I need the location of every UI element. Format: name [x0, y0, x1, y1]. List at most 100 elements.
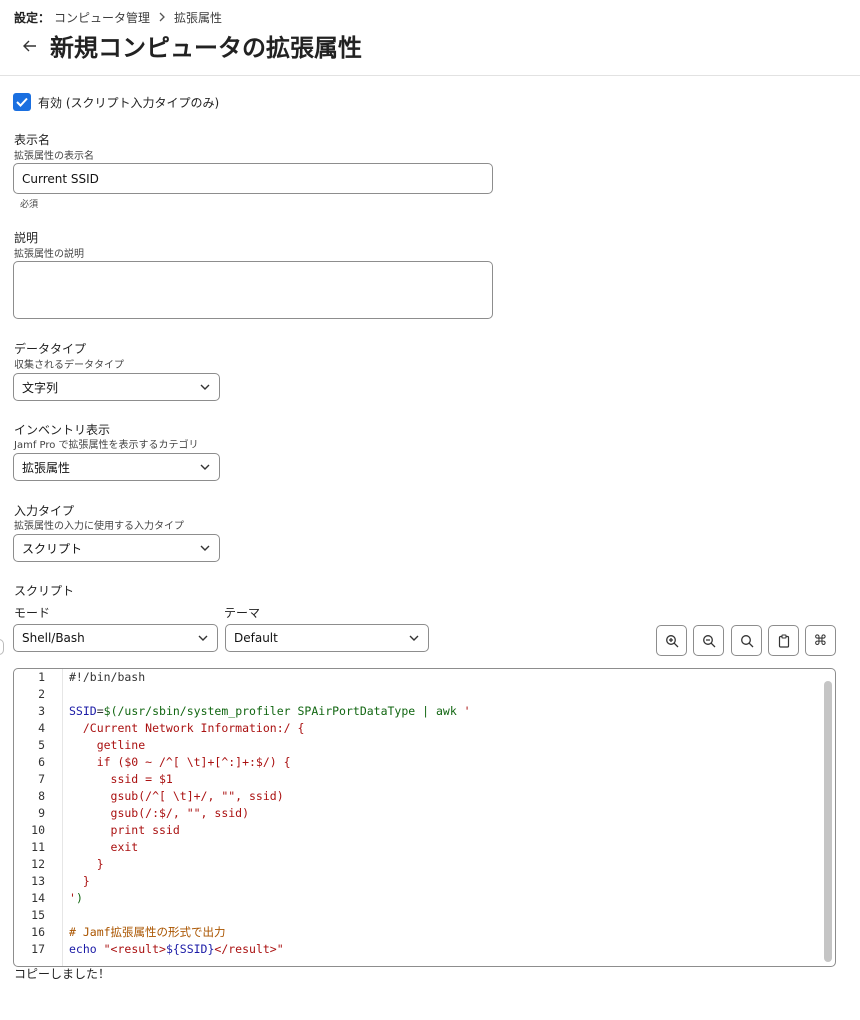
- mode-select[interactable]: Shell/Bash: [13, 624, 218, 652]
- code-line[interactable]: 10 print ssid: [14, 822, 835, 839]
- theme-select[interactable]: Default: [225, 624, 429, 652]
- line-text: if ($0 ~ /^[ \t]+[^:]+:$/) {: [69, 754, 291, 771]
- code-line[interactable]: 13 }: [14, 873, 835, 890]
- line-number: 9: [38, 806, 45, 820]
- code-line[interactable]: 16 # Jamf拡張属性の形式で出力: [14, 924, 835, 941]
- code-line[interactable]: 9 gsub(/:$/, "", ssid): [14, 805, 835, 822]
- code-token: #!/bin/bash: [69, 670, 146, 684]
- line-text: # Jamf拡張属性の形式で出力: [69, 924, 226, 941]
- code-line[interactable]: 12 }: [14, 856, 835, 873]
- search-button[interactable]: [731, 625, 762, 656]
- code-token: SSID: [69, 704, 97, 718]
- breadcrumb-parent[interactable]: コンピュータ管理: [54, 9, 150, 26]
- chevron-down-icon: [200, 384, 210, 390]
- code-line[interactable]: 1 #!/bin/bash: [14, 669, 835, 686]
- code-token: ': [463, 704, 471, 718]
- code-line[interactable]: 4 /Current Network Information:/ {: [14, 720, 835, 737]
- inventory-display-selected: 拡張属性: [22, 460, 71, 475]
- line-text: SSID=$(/usr/sbin/system_profiler SPAirPo…: [69, 703, 471, 720]
- line-text: }: [69, 873, 90, 890]
- display-name-help: 拡張属性の表示名: [14, 151, 94, 162]
- check-icon: [16, 97, 28, 107]
- title-row: 新規コンピュータの拡張属性: [20, 28, 362, 63]
- code-token: if ($0 ~ /^[ \t]+[^:]+:$/) {: [69, 755, 291, 769]
- theme-label: テーマ: [224, 606, 261, 620]
- line-number: 15: [31, 908, 45, 922]
- input-type-select[interactable]: スクリプト: [13, 534, 220, 562]
- line-number: 8: [38, 789, 45, 803]
- line-number: 7: [38, 772, 45, 786]
- line-text: gsub(/^[ \t]+/, "", ssid): [69, 788, 284, 805]
- data-type-selected: 文字列: [22, 380, 59, 395]
- description-label: 説明: [14, 231, 39, 245]
- line-number: 12: [31, 857, 45, 871]
- code-token: "<result>: [103, 942, 166, 956]
- line-text: /Current Network Information:/ {: [69, 720, 305, 737]
- chevron-down-icon: [200, 545, 210, 551]
- line-number: 16: [31, 925, 45, 939]
- enabled-checkbox[interactable]: [13, 93, 31, 111]
- breadcrumb-current: 拡張属性: [174, 11, 223, 25]
- code-token: exit: [69, 840, 139, 854]
- code-token: getline: [69, 738, 146, 752]
- display-name-label: 表示名: [14, 133, 51, 147]
- code-line[interactable]: 3 SSID=$(/usr/sbin/system_profiler SPAirP…: [14, 703, 835, 720]
- line-number: 5: [38, 738, 45, 752]
- zoom-out-button[interactable]: [693, 625, 724, 656]
- line-text: echo "<result>${SSID}</result>": [69, 941, 284, 958]
- editor-scrollbar[interactable]: [824, 681, 832, 962]
- zoom-in-button[interactable]: [656, 625, 687, 656]
- code-line[interactable]: 5 getline: [14, 737, 835, 754]
- copy-button[interactable]: [768, 625, 799, 656]
- code-token: $(/usr/sbin/system_profiler SPAirPortDat…: [103, 704, 464, 718]
- script-label: スクリプト: [14, 584, 75, 598]
- line-text: getline: [69, 737, 145, 754]
- line-number: 10: [31, 823, 45, 837]
- line-text: gsub(/:$/, "", ssid): [69, 805, 249, 822]
- line-number: 6: [38, 755, 45, 769]
- code-line[interactable]: 15: [14, 907, 835, 924]
- code-line[interactable]: 7 ssid = $1: [14, 771, 835, 788]
- back-button[interactable]: [20, 36, 40, 56]
- code-line[interactable]: 6 if ($0 ~ /^[ \t]+[^:]+:$/) {: [14, 754, 835, 771]
- shortcuts-button[interactable]: ⌘: [805, 625, 836, 656]
- input-type-selected: スクリプト: [22, 541, 83, 556]
- data-type-help: 収集されるデータタイプ: [14, 360, 124, 371]
- code-token: /Current Network Information:/ {: [69, 721, 305, 735]
- code-token: ${SSID}: [165, 942, 215, 956]
- description-textarea[interactable]: [13, 261, 493, 319]
- line-text: exit: [69, 839, 139, 856]
- data-type-select[interactable]: 文字列: [13, 373, 220, 401]
- code-token: print ssid: [69, 823, 180, 837]
- code-line[interactable]: 2: [14, 686, 835, 703]
- copied-status: コピーしました！: [14, 967, 111, 981]
- line-number: 4: [38, 721, 45, 735]
- line-text: #!/bin/bash: [69, 669, 145, 686]
- code-token: ssid = $1: [69, 772, 173, 786]
- code-line[interactable]: 17 echo "<result>${SSID}</result>": [14, 941, 835, 958]
- enabled-checkbox-row[interactable]: 有効 (スクリプト入力タイプのみ): [13, 93, 219, 111]
- chevron-down-icon: [200, 464, 210, 470]
- line-number: 1: [38, 670, 45, 684]
- line-number: 14: [31, 891, 45, 905]
- line-number: 11: [31, 840, 45, 854]
- page-title: 新規コンピュータの拡張属性: [50, 34, 362, 62]
- clipboard-icon: [778, 633, 789, 648]
- data-type-label: データタイプ: [14, 342, 87, 356]
- code-line[interactable]: 14 '): [14, 890, 835, 907]
- display-name-input[interactable]: Current SSID: [13, 163, 493, 194]
- line-text: }: [69, 856, 104, 873]
- inventory-display-select[interactable]: 拡張属性: [13, 453, 220, 481]
- code-line[interactable]: 8 gsub(/^[ \t]+/, "", ssid): [14, 788, 835, 805]
- inventory-display-help: Jamf Pro で拡張属性を表示するカテゴリ: [14, 440, 199, 451]
- code-token: gsub(/^[ \t]+/, "", ssid): [69, 789, 284, 803]
- code-token: }: [69, 874, 90, 888]
- display-name-value: Current SSID: [22, 171, 99, 186]
- mode-selected: Shell/Bash: [22, 631, 85, 645]
- code-line[interactable]: 11 exit: [14, 839, 835, 856]
- mode-label: モード: [14, 606, 51, 620]
- code-token: =: [96, 704, 104, 718]
- code-editor[interactable]: 1 #!/bin/bash 2 3 SSID=$(/usr/sbin/system_pr…: [13, 668, 836, 967]
- arrow-left-icon: [23, 40, 36, 51]
- code-token: ': [69, 891, 76, 905]
